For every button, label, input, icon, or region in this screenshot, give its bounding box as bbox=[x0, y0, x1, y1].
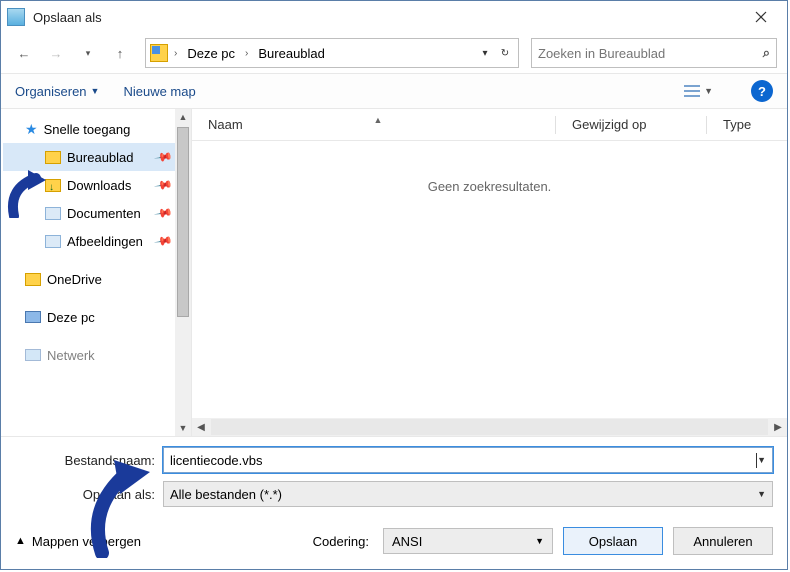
folder-icon bbox=[25, 273, 41, 286]
forward-button[interactable]: → bbox=[43, 40, 69, 66]
file-list-area: ▲ Naam Gewijzigd op Type Geen zoekresult… bbox=[191, 109, 787, 436]
sidebar-item-label: Downloads bbox=[67, 178, 131, 193]
new-folder-label: Nieuwe map bbox=[123, 84, 195, 99]
dialog-footer: ▲ Mappen verbergen Codering: ANSI ▼ Opsl… bbox=[1, 519, 787, 569]
pin-icon: 📌 bbox=[153, 175, 173, 195]
saveas-type-combo[interactable]: Alle bestanden (*.*) ▼ bbox=[163, 481, 773, 507]
close-button[interactable] bbox=[741, 3, 781, 31]
folder-icon bbox=[45, 151, 61, 164]
dialog-body: ★ Snelle toegang Bureaublad 📌 Downloads … bbox=[1, 109, 787, 436]
back-button[interactable]: ← bbox=[11, 40, 37, 66]
refresh-button[interactable]: ↻ bbox=[496, 42, 514, 64]
sidebar-item-label: Deze pc bbox=[47, 310, 95, 325]
sidebar-item-label: OneDrive bbox=[47, 272, 102, 287]
sort-asc-icon: ▲ bbox=[374, 115, 383, 125]
chevron-right-icon: › bbox=[245, 48, 248, 59]
organize-label: Organiseren bbox=[15, 84, 87, 99]
search-input[interactable] bbox=[538, 46, 763, 61]
encoding-label: Codering: bbox=[313, 534, 369, 549]
hide-folders-label: Mappen verbergen bbox=[32, 534, 141, 549]
scroll-left-icon[interactable]: ◀ bbox=[192, 422, 210, 433]
pin-icon: 📌 bbox=[153, 203, 173, 223]
documents-icon bbox=[45, 207, 61, 220]
breadcrumb-current[interactable]: Bureaublad bbox=[254, 44, 329, 63]
close-icon bbox=[755, 11, 767, 23]
star-icon: ★ bbox=[25, 121, 38, 138]
cancel-button[interactable]: Annuleren bbox=[673, 527, 773, 555]
saveas-value: Alle bestanden (*.*) bbox=[170, 487, 282, 502]
column-modified[interactable]: Gewijzigd op bbox=[556, 117, 706, 132]
hide-folders-toggle[interactable]: ▲ Mappen verbergen bbox=[15, 534, 141, 549]
view-options-button[interactable]: ▼ bbox=[680, 83, 717, 99]
sidebar-item-documents[interactable]: Documenten 📌 bbox=[3, 199, 191, 227]
sidebar: ★ Snelle toegang Bureaublad 📌 Downloads … bbox=[1, 109, 191, 436]
downloads-icon bbox=[45, 179, 61, 192]
sidebar-item-this-pc[interactable]: Deze pc bbox=[3, 303, 191, 331]
pc-icon bbox=[25, 311, 41, 323]
breadcrumb-root[interactable]: Deze pc bbox=[183, 44, 239, 63]
chevron-down-icon[interactable]: ▼ bbox=[757, 489, 766, 499]
pictures-icon bbox=[45, 235, 61, 248]
titlebar: Opslaan als bbox=[1, 1, 787, 33]
organize-menu[interactable]: Organiseren ▼ bbox=[15, 84, 99, 99]
sidebar-item-label: Documenten bbox=[67, 206, 141, 221]
toolbar: Organiseren ▼ Nieuwe map ▼ ? bbox=[1, 73, 787, 109]
chevron-down-icon: ▼ bbox=[91, 86, 100, 96]
list-view-icon bbox=[684, 85, 700, 97]
column-headers: ▲ Naam Gewijzigd op Type bbox=[192, 109, 787, 141]
search-box[interactable]: ⌕ bbox=[531, 38, 777, 68]
chevron-down-icon: ▼ bbox=[704, 86, 713, 96]
filename-field[interactable]: ▼ bbox=[163, 447, 773, 473]
save-form: Bestandsnaam: ▼ Opslaan als: Alle bestan… bbox=[1, 436, 787, 519]
sidebar-item-onedrive[interactable]: OneDrive bbox=[3, 265, 191, 293]
empty-state-message: Geen zoekresultaten. bbox=[192, 141, 787, 418]
sidebar-item-quick-access[interactable]: ★ Snelle toegang bbox=[3, 115, 191, 143]
saveas-label: Opslaan als: bbox=[15, 487, 155, 502]
scroll-track[interactable] bbox=[211, 419, 768, 435]
chevron-right-icon: › bbox=[174, 48, 177, 59]
chevron-down-icon: ▼ bbox=[535, 536, 544, 546]
column-type[interactable]: Type bbox=[707, 117, 787, 132]
app-icon bbox=[7, 8, 25, 26]
chevron-down-icon[interactable]: ▼ bbox=[757, 455, 766, 465]
encoding-combo[interactable]: ANSI ▼ bbox=[383, 528, 553, 554]
sidebar-item-label: Bureaublad bbox=[67, 150, 134, 165]
up-button[interactable]: ↑ bbox=[107, 40, 133, 66]
scroll-down-icon[interactable]: ▼ bbox=[175, 420, 191, 436]
column-label: Naam bbox=[208, 117, 243, 132]
breadcrumb[interactable]: › Deze pc › Bureaublad ▾ ↻ bbox=[145, 38, 519, 68]
encoding-value: ANSI bbox=[392, 534, 422, 549]
location-icon bbox=[150, 44, 168, 62]
breadcrumb-dropdown[interactable]: ▾ bbox=[476, 42, 494, 64]
sidebar-item-pictures[interactable]: Afbeeldingen 📌 bbox=[3, 227, 191, 255]
nav-row: ← → ▾ ↑ › Deze pc › Bureaublad ▾ ↻ ⌕ bbox=[1, 33, 787, 73]
chevron-up-icon: ▲ bbox=[15, 535, 26, 547]
search-icon[interactable]: ⌕ bbox=[763, 45, 770, 61]
new-folder-button[interactable]: Nieuwe map bbox=[123, 84, 195, 99]
sidebar-item-desktop[interactable]: Bureaublad 📌 bbox=[3, 143, 191, 171]
scroll-thumb[interactable] bbox=[177, 127, 189, 317]
recent-dropdown[interactable]: ▾ bbox=[75, 40, 101, 66]
network-icon bbox=[25, 349, 41, 361]
column-name[interactable]: ▲ Naam bbox=[192, 117, 555, 132]
scroll-up-icon[interactable]: ▲ bbox=[175, 109, 191, 125]
help-button[interactable]: ? bbox=[751, 80, 773, 102]
pin-icon: 📌 bbox=[153, 147, 173, 167]
scroll-right-icon[interactable]: ▶ bbox=[769, 422, 787, 433]
sidebar-item-label: Netwerk bbox=[47, 348, 95, 363]
sidebar-scrollbar[interactable]: ▲ ▼ bbox=[175, 109, 191, 436]
filename-input[interactable] bbox=[170, 453, 756, 468]
pin-icon: 📌 bbox=[153, 231, 173, 251]
filename-label: Bestandsnaam: bbox=[15, 453, 155, 468]
sidebar-item-downloads[interactable]: Downloads 📌 bbox=[3, 171, 191, 199]
save-as-dialog: Opslaan als ← → ▾ ↑ › Deze pc › Bureaubl… bbox=[0, 0, 788, 570]
dialog-title: Opslaan als bbox=[33, 10, 741, 25]
horizontal-scrollbar[interactable]: ◀ ▶ bbox=[192, 418, 787, 436]
sidebar-item-network[interactable]: Netwerk bbox=[3, 341, 191, 369]
save-button[interactable]: Opslaan bbox=[563, 527, 663, 555]
sidebar-item-label: Snelle toegang bbox=[44, 122, 131, 137]
sidebar-item-label: Afbeeldingen bbox=[67, 234, 143, 249]
